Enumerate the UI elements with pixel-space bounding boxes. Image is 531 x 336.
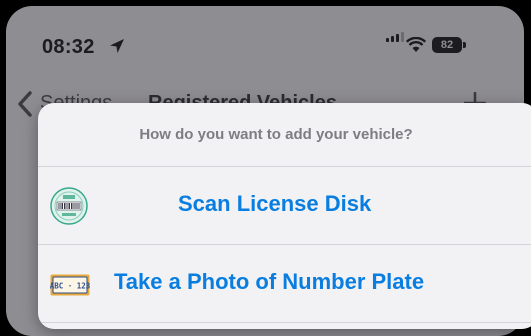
location-arrow-icon [110, 39, 124, 53]
battery-tip [463, 42, 466, 48]
battery-icon: 82 [432, 37, 462, 53]
photo-number-plate-label[interactable]: Take a Photo of Number Plate [114, 269, 424, 295]
status-bar: 08:32 82 [6, 6, 524, 76]
photo-number-plate-option[interactable]: ABC · 123 Take a Photo of Number Plate [38, 245, 531, 323]
status-time: 08:32 [42, 36, 95, 58]
scan-license-disk-label[interactable]: Scan License Disk [178, 191, 371, 217]
action-sheet: How do you want to add your vehicle? Sca… [38, 103, 531, 329]
action-sheet-title: How do you want to add your vehicle? [139, 126, 413, 143]
number-plate-icon: ABC · 123 [50, 274, 90, 296]
svg-text:ABC · 123: ABC · 123 [50, 282, 90, 291]
scan-license-disk-option[interactable]: Scan License Disk [38, 167, 531, 245]
wifi-icon [406, 37, 426, 52]
back-chevron-icon[interactable] [16, 90, 34, 118]
license-disk-icon [50, 187, 88, 225]
action-sheet-header: How do you want to add your vehicle? [38, 103, 531, 167]
